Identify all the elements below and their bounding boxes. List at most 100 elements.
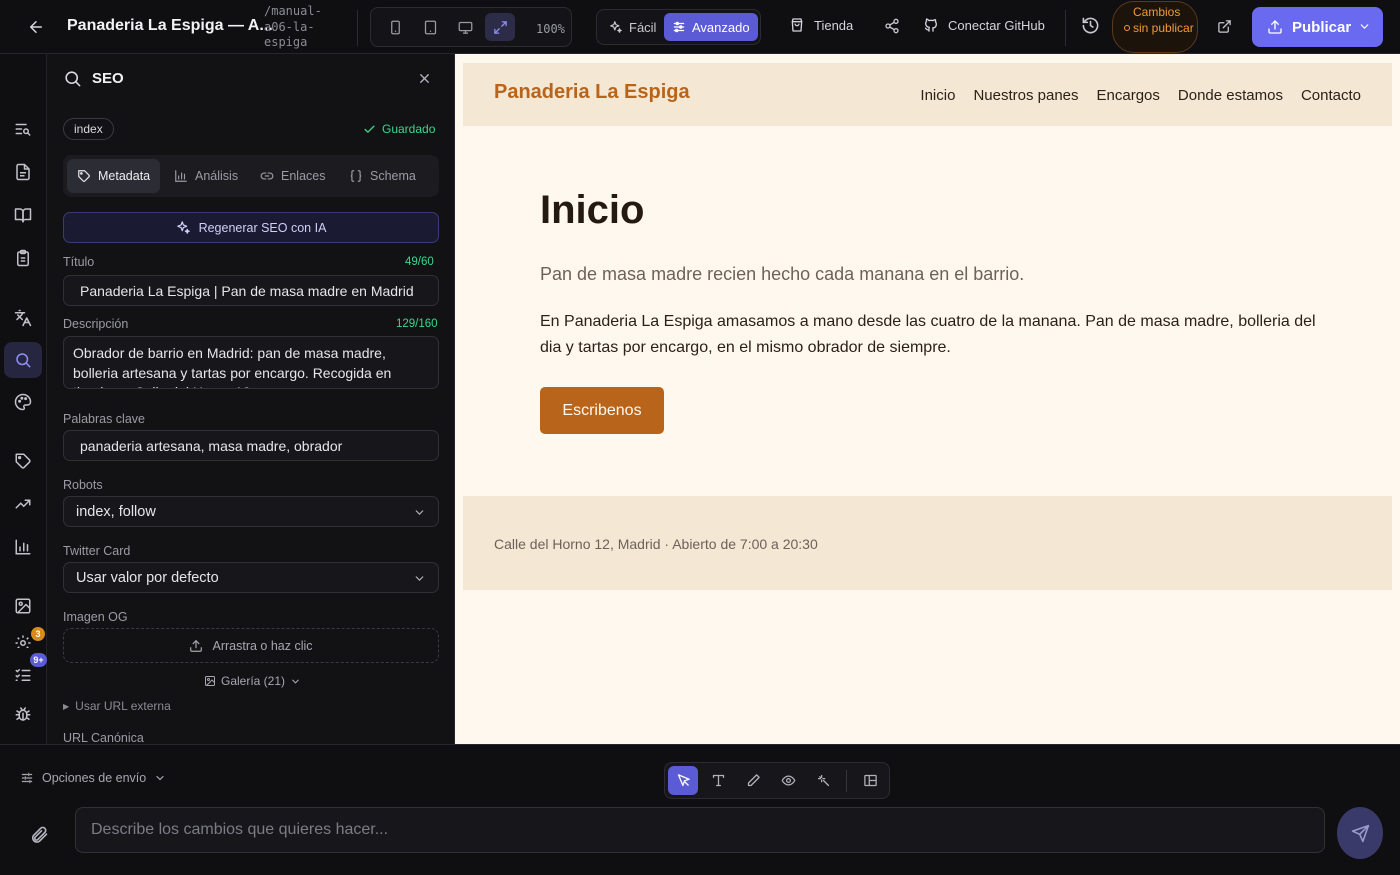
rail-docs[interactable] [4, 197, 42, 233]
site-nav: Inicio Nuestros panes Encargos Donde est… [920, 87, 1361, 104]
rail-clipboard[interactable] [4, 240, 42, 276]
robots-select-value: index, follow [76, 503, 156, 520]
sparkle-icon [176, 221, 190, 234]
rail-files[interactable] [4, 154, 42, 190]
rail-trends[interactable] [4, 486, 42, 522]
eye-icon [781, 775, 795, 786]
gallery-toggle[interactable]: Galería (21) [204, 674, 301, 688]
rail-theme[interactable] [4, 384, 42, 420]
mode-advanced-button[interactable]: Avanzado [664, 13, 758, 41]
back-button[interactable] [22, 14, 50, 40]
icon-rail: 3 9+ [0, 54, 47, 744]
tool-text[interactable] [703, 766, 733, 795]
rail-analytics[interactable] [4, 529, 42, 565]
tool-draw[interactable] [738, 766, 768, 795]
twitter-card-select[interactable]: Usar valor por defecto [63, 562, 439, 593]
twitter-card-select-value: Usar valor por defecto [76, 569, 219, 586]
chevron-down-icon [156, 775, 164, 781]
tool-select[interactable] [668, 766, 698, 795]
expand-icon [493, 20, 507, 34]
site-brand[interactable]: Panaderia La Espiga [494, 81, 690, 104]
external-url-toggle[interactable]: ▶ Usar URL externa [63, 699, 171, 713]
seo-panel: SEO index Guardado Metadata Análisis Enl… [47, 54, 455, 744]
rail-seo[interactable] [4, 342, 42, 378]
publish-button[interactable]: Publicar [1252, 7, 1383, 47]
nav-item-inicio[interactable]: Inicio [920, 87, 955, 104]
send-button[interactable] [1337, 807, 1383, 859]
tab-links-label: Enlaces [281, 169, 326, 183]
rail-tasks[interactable] [4, 657, 42, 693]
keywords-input[interactable]: panaderia artesana, masa madre, obrador [63, 430, 439, 461]
device-desktop-button[interactable] [450, 13, 480, 41]
site-header: Panaderia La Espiga Inicio Nuestros pane… [463, 63, 1392, 126]
zoom-level[interactable]: 100% [536, 22, 565, 36]
open-preview-button[interactable] [1217, 19, 1232, 34]
device-full-button[interactable] [485, 13, 515, 41]
list-checks-icon [15, 669, 31, 681]
chevron-down-icon[interactable] [1358, 20, 1371, 33]
tab-schema[interactable]: Schema [339, 159, 426, 193]
attach-button[interactable] [29, 825, 49, 845]
sparkle-icon [610, 21, 622, 33]
share-button[interactable] [884, 18, 900, 34]
mode-easy-button[interactable]: Fácil [601, 13, 664, 41]
page-selector-chip[interactable]: index [63, 118, 114, 140]
connect-github-label: Conectar GitHub [948, 17, 1045, 33]
rail-translate[interactable] [4, 300, 42, 336]
tab-links[interactable]: Enlaces [250, 159, 335, 193]
shopping-bag-icon [791, 18, 803, 32]
nav-item-contacto[interactable]: Contacto [1301, 87, 1361, 104]
rail-media[interactable] [4, 588, 42, 624]
braces-icon [350, 170, 362, 182]
rail-pages-search[interactable] [4, 111, 42, 147]
mode-switcher: Fácil Avanzado [596, 9, 761, 45]
settings-count-badge: 3 [31, 627, 45, 641]
seo-title-input[interactable]: Panaderia La Espiga | Pan de masa madre … [63, 275, 439, 306]
tab-metadata[interactable]: Metadata [67, 159, 161, 193]
top-bar: Panaderia La Espiga — A... /manual-a06-l… [0, 0, 1400, 54]
gear-icon [15, 635, 31, 648]
connect-github-button[interactable]: Conectar GitHub [923, 17, 1045, 33]
monitor-icon [458, 21, 472, 34]
title-char-count: 49/60 [405, 256, 434, 268]
tool-preview[interactable] [773, 766, 803, 795]
tool-magic[interactable] [808, 766, 838, 795]
send-options-button[interactable]: Opciones de envío [20, 771, 166, 785]
gallery-label: Galería (21) [221, 674, 286, 688]
robots-select[interactable]: index, follow [63, 496, 439, 527]
regenerate-seo-label: Regenerar SEO con IA [198, 220, 327, 235]
device-mobile-button[interactable] [380, 13, 410, 41]
rail-tags[interactable] [4, 443, 42, 479]
rail-debug[interactable] [4, 696, 42, 732]
description-label: Descripción [63, 317, 129, 331]
prompt-input[interactable]: Describe los cambios que quieres hacer..… [75, 807, 1325, 853]
upload-icon [1268, 20, 1282, 34]
unsaved-changes-badge[interactable]: Cambios sin publicar [1112, 1, 1198, 53]
tab-metadata-label: Metadata [98, 169, 151, 183]
store-button[interactable]: Tienda [789, 17, 853, 33]
robots-label: Robots [63, 478, 103, 492]
phone-icon [390, 20, 400, 34]
tab-analysis[interactable]: Análisis [164, 159, 248, 193]
seo-description-textarea[interactable]: Obrador de barrio en Madrid: pan de masa… [63, 336, 439, 389]
regenerate-seo-button[interactable]: Regenerar SEO con IA [63, 212, 439, 243]
nav-item-encargos[interactable]: Encargos [1097, 87, 1160, 104]
history-button[interactable] [1081, 16, 1100, 35]
keywords-label: Palabras clave [63, 412, 145, 426]
close-panel-button[interactable] [417, 71, 432, 86]
composer-bar: Opciones de envío Describe los cambios q… [0, 744, 1400, 875]
hero-heading: Inicio [540, 188, 645, 232]
mode-advanced-label: Avanzado [692, 19, 750, 35]
tool-layout[interactable] [855, 766, 885, 795]
nav-item-panes[interactable]: Nuestros panes [973, 87, 1078, 104]
bar-chart-icon [15, 539, 31, 555]
chevron-down-icon [415, 576, 424, 581]
device-tablet-button[interactable] [415, 13, 445, 41]
cta-button[interactable]: Escribenos [540, 387, 664, 434]
nav-item-donde[interactable]: Donde estamos [1178, 87, 1283, 104]
file-icon [16, 163, 30, 181]
sliders-icon [673, 21, 685, 33]
panel-search-icon-wrap [63, 69, 82, 88]
magic-icon [817, 774, 829, 787]
og-image-dropzone[interactable]: Arrastra o haz clic [63, 628, 439, 663]
